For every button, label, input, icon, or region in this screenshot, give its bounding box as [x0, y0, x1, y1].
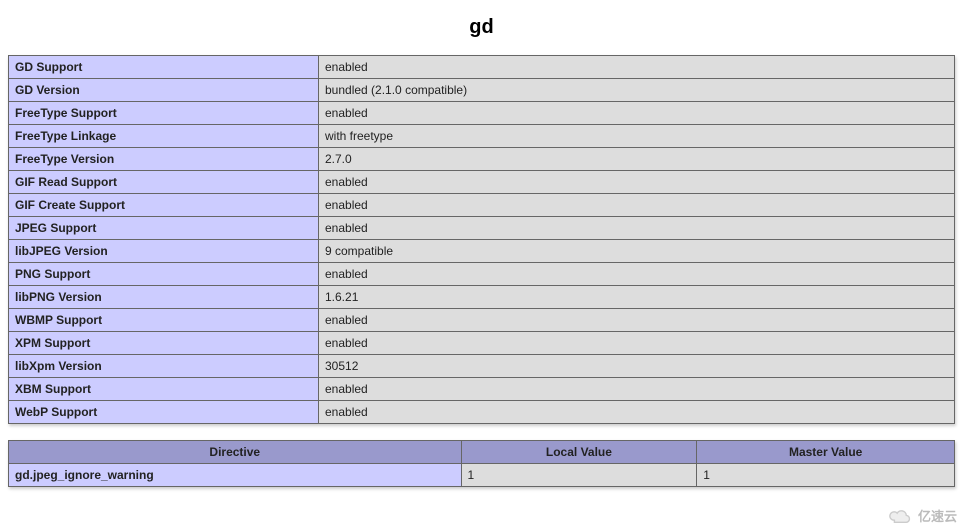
table-row: XPM Supportenabled	[9, 332, 955, 355]
table-row: FreeType Supportenabled	[9, 102, 955, 125]
info-value: 30512	[319, 355, 955, 378]
col-master-value: Master Value	[697, 441, 955, 464]
directive-header-row: Directive Local Value Master Value	[9, 441, 955, 464]
col-local-value: Local Value	[461, 441, 697, 464]
table-row: JPEG Supportenabled	[9, 217, 955, 240]
table-row: libPNG Version1.6.21	[9, 286, 955, 309]
info-label: GIF Create Support	[9, 194, 319, 217]
watermark-text: 亿速云	[918, 506, 957, 525]
info-label: libPNG Version	[9, 286, 319, 309]
table-row: FreeType Version2.7.0	[9, 148, 955, 171]
table-row: GIF Create Supportenabled	[9, 194, 955, 217]
info-value: 2.7.0	[319, 148, 955, 171]
col-directive: Directive	[9, 441, 462, 464]
info-value: enabled	[319, 56, 955, 79]
info-value: enabled	[319, 263, 955, 286]
table-row: XBM Supportenabled	[9, 378, 955, 401]
info-value: enabled	[319, 194, 955, 217]
info-label: WebP Support	[9, 401, 319, 424]
info-value: bundled (2.1.0 compatible)	[319, 79, 955, 102]
info-label: libJPEG Version	[9, 240, 319, 263]
info-label: libXpm Version	[9, 355, 319, 378]
info-value: 9 compatible	[319, 240, 955, 263]
table-row: gd.jpeg_ignore_warning11	[9, 464, 955, 487]
info-label: PNG Support	[9, 263, 319, 286]
directive-name: gd.jpeg_ignore_warning	[9, 464, 462, 487]
table-row: libXpm Version30512	[9, 355, 955, 378]
info-label: GD Version	[9, 79, 319, 102]
info-label: FreeType Support	[9, 102, 319, 125]
table-row: GD Versionbundled (2.1.0 compatible)	[9, 79, 955, 102]
info-value: enabled	[319, 102, 955, 125]
directive-local-value: 1	[461, 464, 697, 487]
info-value: enabled	[319, 332, 955, 355]
info-label: FreeType Version	[9, 148, 319, 171]
watermark-logo: 亿速云	[886, 506, 957, 525]
info-table: GD SupportenabledGD Versionbundled (2.1.…	[8, 55, 955, 424]
table-row: PNG Supportenabled	[9, 263, 955, 286]
table-row: FreeType Linkagewith freetype	[9, 125, 955, 148]
info-value: enabled	[319, 401, 955, 424]
table-row: WebP Supportenabled	[9, 401, 955, 424]
info-label: FreeType Linkage	[9, 125, 319, 148]
info-label: JPEG Support	[9, 217, 319, 240]
info-label: GD Support	[9, 56, 319, 79]
info-label: WBMP Support	[9, 309, 319, 332]
info-value: 1.6.21	[319, 286, 955, 309]
table-row: GD Supportenabled	[9, 56, 955, 79]
directive-table: Directive Local Value Master Value gd.jp…	[8, 440, 955, 487]
info-value: enabled	[319, 309, 955, 332]
info-value: enabled	[319, 171, 955, 194]
table-row: GIF Read Supportenabled	[9, 171, 955, 194]
info-label: XBM Support	[9, 378, 319, 401]
table-row: libJPEG Version9 compatible	[9, 240, 955, 263]
info-value: enabled	[319, 378, 955, 401]
directive-master-value: 1	[697, 464, 955, 487]
info-value: enabled	[319, 217, 955, 240]
info-value: with freetype	[319, 125, 955, 148]
section-title: gd	[8, 16, 955, 39]
info-label: XPM Support	[9, 332, 319, 355]
info-label: GIF Read Support	[9, 171, 319, 194]
table-row: WBMP Supportenabled	[9, 309, 955, 332]
